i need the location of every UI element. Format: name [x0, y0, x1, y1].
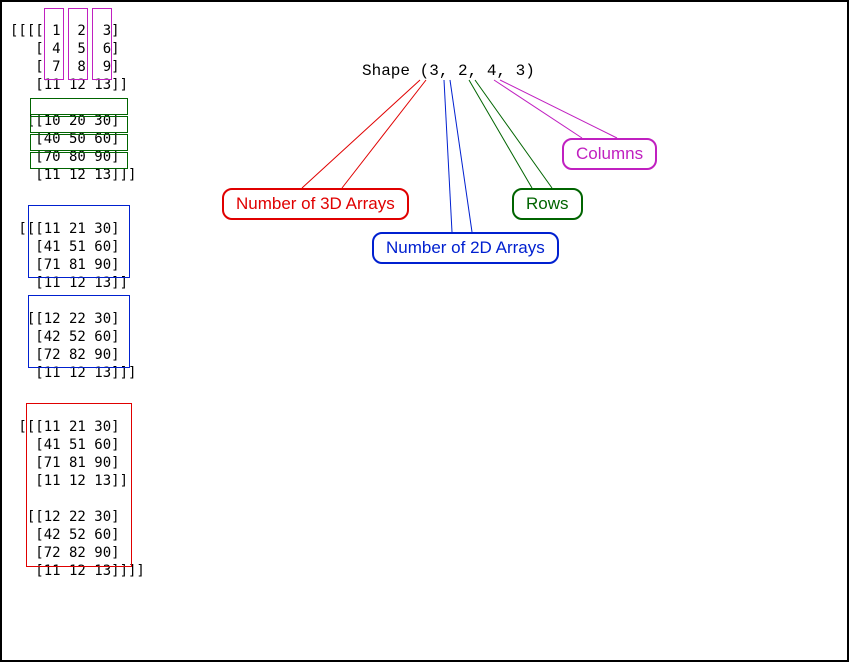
highlight-row-4: [30, 152, 128, 169]
callout-2d-arrays: Number of 2D Arrays: [372, 232, 559, 264]
callout-3d-arrays: Number of 3D Arrays: [222, 188, 409, 220]
highlight-column-2: [68, 8, 88, 80]
shape-label: Shape (3, 2, 4, 3): [362, 62, 535, 80]
highlight-3d-array: [26, 403, 132, 567]
callout-rows: Rows: [512, 188, 583, 220]
diagram-frame: [[[[ 1 2 3] [ 4 5 6] [ 7 8 9] [11 12 13]…: [0, 0, 849, 662]
highlight-2d-array-2: [28, 295, 130, 368]
highlight-column-1: [44, 8, 64, 80]
highlight-column-3: [92, 8, 112, 80]
highlight-row-1: [30, 98, 128, 115]
callout-columns: Columns: [562, 138, 657, 170]
highlight-2d-array-1: [28, 205, 130, 278]
highlight-row-3: [30, 134, 128, 151]
highlight-row-2: [30, 116, 128, 133]
